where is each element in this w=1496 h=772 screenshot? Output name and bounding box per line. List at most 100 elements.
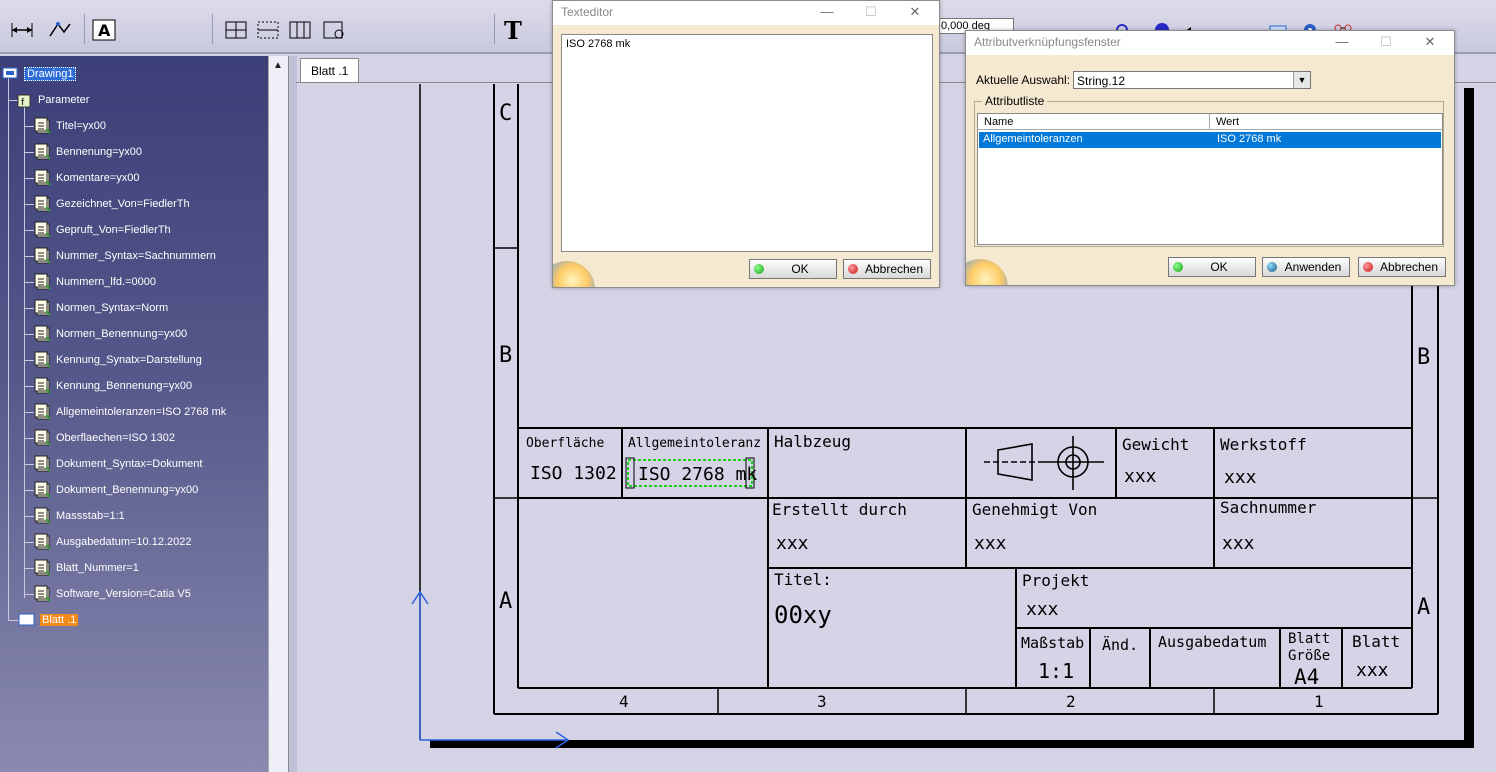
tree-parameter-item[interactable]: Blatt_Nummer=1 <box>34 558 139 578</box>
text-editor-content[interactable]: ISO 2768 mk <box>562 35 932 53</box>
projekt-value: xxx <box>1026 599 1059 620</box>
tree-parameter-text: Dokument_Benennung=yx00 <box>56 484 199 496</box>
tree-parameter-text: Titel=yx00 <box>56 120 107 132</box>
dimension-chain-icon[interactable] <box>46 16 74 44</box>
panel-splitter[interactable] <box>288 56 297 772</box>
parameter-icon <box>34 273 51 290</box>
ok-button[interactable]: OK <box>749 259 837 279</box>
erstellt-value: xxx <box>776 533 809 554</box>
tree-parameter-item[interactable]: Software_Version=Catia V5 <box>34 584 191 604</box>
werkstoff-value: xxx <box>1224 467 1257 488</box>
dimension-icon[interactable] <box>8 16 36 44</box>
parameter-icon <box>34 299 51 316</box>
tree-parameter-item[interactable]: Dokument_Benennung=yx00 <box>34 480 198 500</box>
parameter-icon <box>34 559 51 576</box>
projekt-label: Projekt <box>1022 571 1089 590</box>
tree-parameter-item[interactable]: Normen_Benennung=yx00 <box>34 324 187 344</box>
parameter-icon <box>34 585 51 602</box>
tree-parameter-item[interactable]: Allgemeintoleranzen=ISO 2768 mk <box>34 402 226 422</box>
tree-parameter-item[interactable]: Gezeichnet_Von=FiedlerTh <box>34 194 190 214</box>
maximize-icon[interactable]: ☐ <box>1366 31 1406 55</box>
column-header-name[interactable]: Name <box>978 114 1210 130</box>
tree-scrollbar[interactable]: ▲ <box>268 56 288 772</box>
tree-parameter-item[interactable]: Oberflaechen=ISO 1302 <box>34 428 175 448</box>
parameter-icon <box>34 117 51 134</box>
tree-parameter-text: Gezeichnet_Von=FiedlerTh <box>56 198 190 210</box>
scroll-up-icon[interactable]: ▲ <box>273 60 283 71</box>
selection-dropdown[interactable]: String.12 ▼ <box>1073 71 1311 89</box>
tree-parameter-item[interactable]: Normen_Syntax=Norm <box>34 298 168 318</box>
tree-parameter-text: Massstab=1:1 <box>56 510 125 522</box>
parameter-icon <box>34 403 51 420</box>
table-icon-2[interactable] <box>254 16 282 44</box>
close-icon[interactable]: ✕ <box>1410 31 1450 55</box>
tree-parameter-text: Nummer_Syntax=Sachnummern <box>56 250 216 262</box>
minimize-icon[interactable]: — <box>1322 31 1362 55</box>
allgemeintoleranz-value[interactable]: ISO 2768 mk <box>638 464 757 485</box>
tree-sheet-label: Blatt .1 <box>40 614 79 626</box>
cancel-icon <box>1363 262 1373 272</box>
tree-sheet[interactable]: Blatt .1 <box>18 610 79 630</box>
attribute-link-dialog: Attributverknüpfungsfenster — ☐ ✕ Aktuel… <box>965 30 1455 286</box>
blatt-groesse-label-1: Blatt <box>1288 631 1330 647</box>
parameter-icon <box>34 507 51 524</box>
tree-parameter-text: Kennung_Bennenung=yx00 <box>56 380 193 392</box>
erstellt-label: Erstellt durch <box>772 500 907 519</box>
tree-parameter-text: Software_Version=Catia V5 <box>56 588 191 600</box>
svg-text:T: T <box>504 18 522 42</box>
column-number-4: 4 <box>619 692 629 711</box>
allgemeintoleranz-label: Allgemeintoleranz <box>628 436 761 451</box>
attribute-table[interactable]: Name Wert Allgemeintoleranzen ISO 2768 m… <box>977 113 1443 245</box>
tree-parameter-item[interactable]: Gepruft_Von=FiedlerTh <box>34 220 171 240</box>
parameter-icon <box>34 221 51 238</box>
attribute-list-label: Attributliste <box>982 94 1048 108</box>
gewicht-value: xxx <box>1124 466 1157 487</box>
column-header-value[interactable]: Wert <box>1210 114 1442 130</box>
cancel-button[interactable]: Abbrechen <box>1358 257 1446 277</box>
column-number-3: 3 <box>817 692 827 711</box>
parameter-icon <box>34 533 51 550</box>
tree-parameter-item[interactable]: Massstab=1:1 <box>34 506 125 526</box>
tree-parameter-text: Oberflaechen=ISO 1302 <box>56 432 175 444</box>
tree-parameter-item[interactable]: Nummer_Syntax=Sachnummern <box>34 246 216 266</box>
minimize-icon[interactable]: — <box>807 1 847 25</box>
text-editor-area[interactable]: ISO 2768 mk <box>561 34 933 252</box>
table-icon-1[interactable] <box>222 16 250 44</box>
tree-parameter-group[interactable]: f Parameter <box>16 90 89 110</box>
table-icon-4[interactable] <box>320 16 348 44</box>
blatt-label: Blatt <box>1352 632 1400 651</box>
tree-parameter-item[interactable]: Bennenung=yx00 <box>34 142 142 162</box>
cancel-button[interactable]: Abbrechen <box>843 259 931 279</box>
table-row[interactable]: Allgemeintoleranzen ISO 2768 mk <box>979 132 1441 148</box>
tab-sheet[interactable]: Blatt .1 <box>300 58 360 83</box>
tree-parameter-text: Bennenung=yx00 <box>56 146 142 158</box>
tree-parameter-item[interactable]: Ausgabedatum=10.12.2022 <box>34 532 191 552</box>
drawing-icon <box>2 67 18 79</box>
gewicht-label: Gewicht <box>1122 435 1189 454</box>
close-icon[interactable]: ✕ <box>895 1 935 25</box>
maximize-icon[interactable]: ☐ <box>851 1 891 25</box>
tree-parameter-item[interactable]: Titel=yx00 <box>34 116 106 136</box>
tree-parameter-item[interactable]: Komentare=yx00 <box>34 168 139 188</box>
ok-button[interactable]: OK <box>1168 257 1256 277</box>
chevron-down-icon[interactable]: ▼ <box>1293 72 1310 88</box>
blatt-value: xxx <box>1356 660 1389 681</box>
halbzeug-label: Halbzeug <box>774 432 851 451</box>
column-number-2: 2 <box>1066 692 1076 711</box>
tree-parameter-item[interactable]: Kennung_Bennenung=yx00 <box>34 376 192 396</box>
blatt-groesse-label-2: Größe <box>1288 648 1330 664</box>
tree-parameter-item[interactable]: Dokument_Syntax=Dokument <box>34 454 202 474</box>
titel-value: 00xy <box>774 601 832 629</box>
tree-root-label: Drawing1 <box>24 67 77 81</box>
tree-parameter-item[interactable]: Kennung_Synatx=Darstellung <box>34 350 202 370</box>
parameter-icon <box>34 325 51 342</box>
text-annotation-icon[interactable]: A <box>90 16 118 44</box>
tree-parameter-item[interactable]: Nummern_lfd.=0000 <box>34 272 156 292</box>
table-icon-3[interactable] <box>286 16 314 44</box>
tree-parameter-text: Komentare=yx00 <box>56 172 140 184</box>
sachnummer-value: xxx <box>1222 533 1255 554</box>
tree-parameter-text: Dokument_Syntax=Dokument <box>56 458 203 470</box>
text-icon[interactable]: T <box>500 16 528 44</box>
tree-root-drawing[interactable]: Drawing1 <box>2 64 77 84</box>
apply-button[interactable]: Anwenden <box>1262 257 1350 277</box>
